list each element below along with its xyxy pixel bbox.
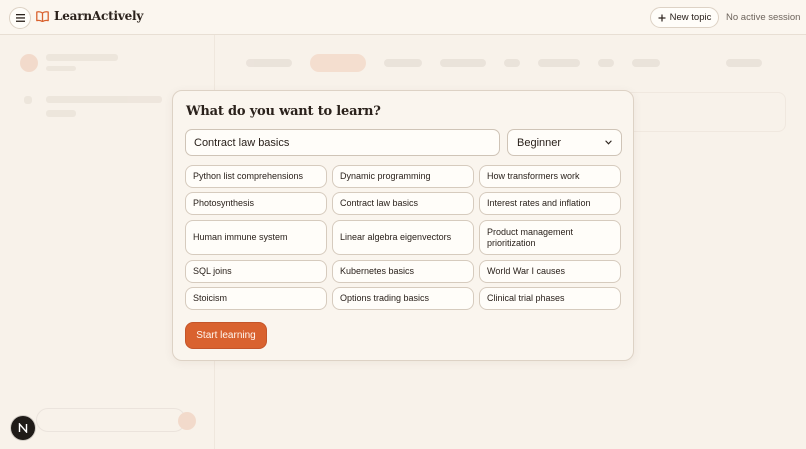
tab-placeholder: [598, 59, 614, 67]
placeholder-line: [46, 110, 76, 117]
tab-placeholder: [384, 59, 422, 67]
topic-input[interactable]: [185, 129, 500, 156]
tab-placeholder: [632, 59, 660, 67]
tab-placeholder: [310, 54, 366, 72]
dialog-title: What do you want to learn?: [186, 104, 381, 119]
level-selected-value: Beginner: [517, 136, 562, 149]
top-bar: LearnActively New topic No active sessio…: [0, 0, 806, 35]
suggestion-chip[interactable]: SQL joins: [185, 260, 327, 283]
placeholder-line: [46, 96, 162, 103]
suggestion-chip[interactable]: World War I causes: [479, 260, 621, 283]
suggestion-chip[interactable]: How transformers work: [479, 165, 621, 188]
book-open-icon: [36, 10, 49, 22]
placeholder-line: [46, 54, 118, 61]
brand[interactable]: LearnActively: [36, 9, 143, 23]
suggestion-chip[interactable]: Clinical trial phases: [479, 287, 621, 310]
suggestion-chip[interactable]: Dynamic programming: [332, 165, 474, 188]
suggestion-chip[interactable]: Stoicism: [185, 287, 327, 310]
tab-placeholder: [246, 59, 292, 67]
learn-topic-dialog: What do you want to learn? Beginner Pyth…: [172, 90, 634, 361]
suggestion-chip[interactable]: Kubernetes basics: [332, 260, 474, 283]
suggestion-chip[interactable]: Interest rates and inflation: [479, 192, 621, 215]
suggestion-chip[interactable]: Python list comprehensions: [185, 165, 327, 188]
suggestion-chip[interactable]: Linear algebra eigenvectors: [332, 220, 474, 255]
app-name: LearnActively: [54, 9, 144, 23]
placeholder-line: [46, 66, 76, 71]
tab-placeholder: [440, 59, 486, 67]
n-letter-glyph: [18, 423, 28, 433]
menu-icon: [15, 14, 25, 22]
tab-placeholder: [504, 59, 520, 67]
new-topic-label: New topic: [669, 12, 712, 23]
suggestion-chip[interactable]: Photosynthesis: [185, 192, 327, 215]
chevron-down-icon: [605, 140, 612, 145]
n-logo-icon[interactable]: [11, 416, 35, 440]
level-select[interactable]: Beginner: [507, 129, 622, 156]
tab-placeholder: [726, 59, 762, 67]
placeholder-line: [24, 96, 32, 104]
avatar: [20, 54, 38, 72]
new-topic-button[interactable]: New topic: [650, 7, 719, 28]
suggestion-chip[interactable]: Options trading basics: [332, 287, 474, 310]
plus-icon: [658, 14, 666, 21]
suggestion-chip[interactable]: Contract law basics: [332, 192, 474, 215]
suggestion-chip[interactable]: Product management prioritization: [479, 220, 621, 255]
session-status: No active session: [726, 12, 801, 23]
tab-placeholder: [538, 59, 580, 67]
send-button: [178, 412, 196, 430]
suggestion-chip[interactable]: Human immune system: [185, 220, 327, 255]
chat-input: [36, 408, 186, 432]
menu-button[interactable]: [9, 7, 31, 29]
start-learning-button[interactable]: Start learning: [185, 322, 267, 349]
background-tabs: [226, 46, 786, 80]
